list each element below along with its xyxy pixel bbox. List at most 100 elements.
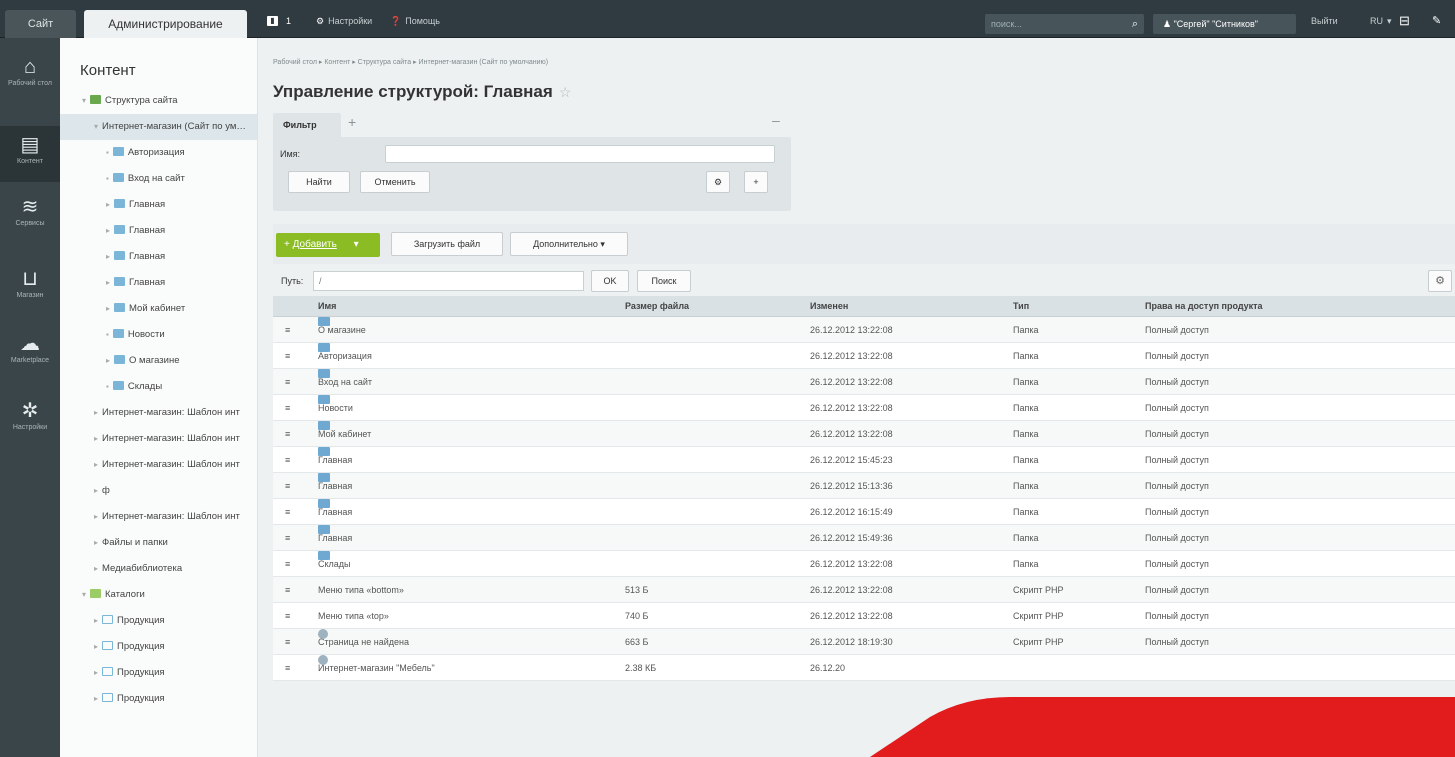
expand-icon[interactable]: ▾ xyxy=(94,122,98,131)
drag-handle-icon[interactable]: ≡ xyxy=(285,603,290,629)
drag-handle-icon[interactable]: ≡ xyxy=(285,369,290,395)
find-button[interactable]: Найти xyxy=(288,171,350,193)
drag-handle-icon[interactable]: ≡ xyxy=(285,395,290,421)
drag-handle-icon[interactable]: ≡ xyxy=(285,473,290,499)
star-icon[interactable]: ☆ xyxy=(559,84,572,100)
cell-name[interactable]: Главная xyxy=(318,447,352,473)
collapse-arrow-icon[interactable]: ▸ xyxy=(106,278,110,287)
expand-icon[interactable]: ▾ xyxy=(82,96,86,105)
ok-button[interactable]: OK xyxy=(591,270,629,292)
table-row[interactable]: ≡ Новости 26.12.2012 13:22:08 Папка Полный д… xyxy=(273,395,1455,421)
collapse-arrow-icon[interactable]: ▸ xyxy=(106,356,110,365)
drag-handle-icon[interactable]: ≡ xyxy=(285,655,290,681)
collapse-arrow-icon[interactable]: ▸ xyxy=(94,538,98,547)
column-type[interactable]: Тип xyxy=(1013,296,1029,317)
collapse-arrow-icon[interactable]: ▸ xyxy=(106,200,110,209)
cell-name[interactable]: Склады xyxy=(318,551,351,577)
rail-settings[interactable]: ✲ Настройки xyxy=(0,400,60,444)
collapse-arrow-icon[interactable]: ▸ xyxy=(106,304,110,313)
search-icon[interactable]: ⌕ xyxy=(1132,14,1138,34)
collapse-arrow-icon[interactable]: ▪ xyxy=(106,330,109,339)
drag-handle-icon[interactable]: ≡ xyxy=(285,343,290,369)
sidebar-item[interactable]: ▪ Новости xyxy=(60,322,257,348)
drag-handle-icon[interactable]: ≡ xyxy=(285,577,290,603)
collapse-arrow-icon[interactable]: ▸ xyxy=(94,434,98,443)
help-link[interactable]: ❓ Помощь xyxy=(390,13,440,29)
table-row[interactable]: ≡ О магазине 26.12.2012 13:22:08 Папка Полны… xyxy=(273,317,1455,343)
sidebar-item[interactable]: ▸ Продукция xyxy=(60,660,257,686)
column-modified[interactable]: Изменен xyxy=(810,296,848,317)
table-row[interactable]: ≡ Главная 26.12.2012 16:15:49 Папка Полный д… xyxy=(273,499,1455,525)
cell-name[interactable]: Страница не найдена xyxy=(318,629,409,655)
sidebar-item[interactable]: ▪ Вход на сайт xyxy=(60,166,257,192)
collapse-arrow-icon[interactable]: ▸ xyxy=(94,408,98,417)
cell-name[interactable]: Интернет-магазин "Мебель" xyxy=(318,655,435,681)
add-button[interactable]: + Добавить ▾ xyxy=(276,233,380,257)
logout-link[interactable]: Выйти xyxy=(1311,13,1338,29)
sidebar-item[interactable]: ▸ Интернет-магазин: Шаблон инт xyxy=(60,452,257,478)
collapse-arrow-icon[interactable]: ▸ xyxy=(94,668,98,677)
collapse-arrow-icon[interactable]: ▪ xyxy=(106,148,109,157)
cell-name[interactable]: Мой кабинет xyxy=(318,421,371,447)
cell-name[interactable]: Меню типа «bottom» xyxy=(318,577,404,603)
collapse-icon[interactable]: – xyxy=(772,112,780,128)
notifications-button[interactable]: ▮ 1 xyxy=(267,13,291,29)
cell-name[interactable]: Главная xyxy=(318,525,352,551)
collapse-arrow-icon[interactable]: ▸ xyxy=(106,252,110,261)
collapse-arrow-icon[interactable]: ▸ xyxy=(94,460,98,469)
collapse-arrow-icon[interactable]: ▸ xyxy=(94,616,98,625)
tab-site[interactable]: Сайт xyxy=(5,10,76,38)
sidebar-item[interactable]: ▾ Каталоги xyxy=(60,582,257,608)
table-row[interactable]: ≡ Меню типа «top» 740 Б 26.12.2012 13:22:08… xyxy=(273,603,1455,629)
drag-handle-icon[interactable]: ≡ xyxy=(285,421,290,447)
drag-handle-icon[interactable]: ≡ xyxy=(285,525,290,551)
collapse-arrow-icon[interactable]: ▸ xyxy=(94,512,98,521)
sidebar-item[interactable]: ▾ Структура сайта xyxy=(60,88,257,114)
drag-handle-icon[interactable]: ≡ xyxy=(285,499,290,525)
path-input[interactable]: / xyxy=(313,271,584,291)
collapse-arrow-icon[interactable]: ▪ xyxy=(106,382,109,391)
table-row[interactable]: ≡ Вход на сайт 26.12.2012 13:22:08 Папка Пол… xyxy=(273,369,1455,395)
table-row[interactable]: ≡ Авторизация 26.12.2012 13:22:08 Папка Полн… xyxy=(273,343,1455,369)
pin-icon[interactable]: ✎ xyxy=(1432,13,1441,29)
search-button[interactable]: Поиск xyxy=(637,270,691,292)
table-row[interactable]: ≡ Главная 26.12.2012 15:49:36 Папка Полный д… xyxy=(273,525,1455,551)
cell-name[interactable]: Главная xyxy=(318,473,352,499)
add-filter-icon[interactable]: + xyxy=(348,114,356,130)
sidebar-item[interactable]: ▸ Главная xyxy=(60,244,257,270)
drag-handle-icon[interactable]: ≡ xyxy=(285,317,290,343)
table-row[interactable]: ≡ Меню типа «bottom» 513 Б 26.12.2012 13:22… xyxy=(273,577,1455,603)
sidebar-item[interactable]: ▸ Продукция xyxy=(60,634,257,660)
rail-services[interactable]: ≋ Сервисы xyxy=(0,196,60,240)
cell-name[interactable]: Авторизация xyxy=(318,343,372,369)
more-button[interactable]: Дополнительно ▾ xyxy=(510,232,628,256)
table-row[interactable]: ≡ Мой кабинет 26.12.2012 13:22:08 Папка Полн… xyxy=(273,421,1455,447)
collapse-arrow-icon[interactable]: ▸ xyxy=(106,226,110,235)
cell-name[interactable]: Главная xyxy=(318,499,352,525)
sidebar-item[interactable]: ▸ ф xyxy=(60,478,257,504)
rail-shop[interactable]: ⊔ Магазин xyxy=(0,268,60,312)
sidebar-item[interactable]: ▸ Главная xyxy=(60,218,257,244)
sidebar-item[interactable]: ▸ Продукция xyxy=(60,686,257,712)
sidebar-item[interactable]: ▸ Интернет-магазин: Шаблон инт xyxy=(60,426,257,452)
sidebar-item[interactable]: ▪ Авторизация xyxy=(60,140,257,166)
window-icon[interactable]: ⊟ xyxy=(1399,13,1410,29)
rail-marketplace[interactable]: ☁ Marketplace xyxy=(0,333,60,377)
table-row[interactable]: ≡ Интернет-магазин "Мебель" 2.38 КБ 26.12.2… xyxy=(273,655,1455,681)
drag-handle-icon[interactable]: ≡ xyxy=(285,551,290,577)
column-access[interactable]: Права на доступ продукта xyxy=(1145,296,1263,317)
drag-handle-icon[interactable]: ≡ xyxy=(285,629,290,655)
breadcrumb[interactable]: Рабочий стол ▸ Контент ▸ Структура сайта… xyxy=(273,58,548,66)
user-menu[interactable]: ♟ "Сергей" "Ситников" xyxy=(1153,14,1296,34)
collapse-arrow-icon[interactable]: ▸ xyxy=(94,564,98,573)
table-row[interactable]: ≡ Главная 26.12.2012 15:13:36 Папка Полный д… xyxy=(273,473,1455,499)
sidebar-item[interactable]: ▸ Продукция xyxy=(60,608,257,634)
filter-settings-icon[interactable]: ⚙ xyxy=(706,171,730,193)
tab-filter[interactable]: Фильтр xyxy=(273,113,341,137)
sidebar-item[interactable]: ▸ Мой кабинет xyxy=(60,296,257,322)
rail-content[interactable]: ▤ Контент xyxy=(0,126,60,182)
table-row[interactable]: ≡ Главная 26.12.2012 15:45:23 Папка Полный д… xyxy=(273,447,1455,473)
sidebar-item[interactable]: ▸ Медиабиблиотека xyxy=(60,556,257,582)
collapse-arrow-icon[interactable]: ▸ xyxy=(94,694,98,703)
collapse-arrow-icon[interactable]: ▸ xyxy=(94,642,98,651)
